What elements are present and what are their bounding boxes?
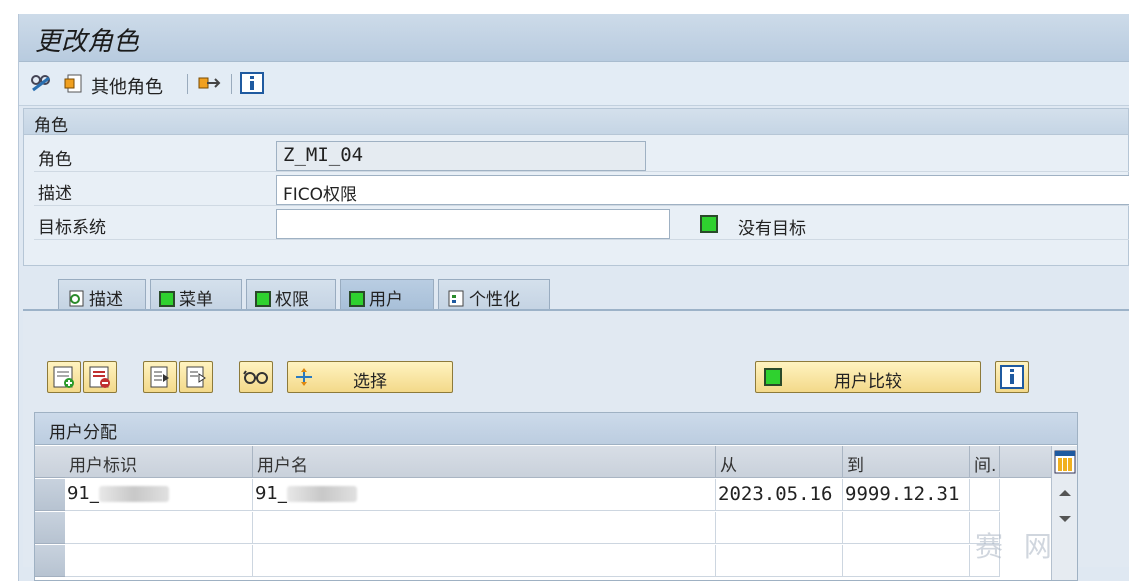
select-all-icon [150, 366, 169, 388]
tab-label: 菜单 [179, 290, 213, 310]
transport-icon[interactable] [197, 72, 221, 94]
cell-to-date[interactable] [843, 512, 970, 544]
personalize-icon [448, 290, 464, 307]
deselect-all-icon [186, 366, 206, 388]
info-button[interactable] [995, 361, 1029, 393]
title-bar: 更改角色 [19, 14, 1129, 62]
user-id-text: 91_ [67, 483, 99, 504]
select-button-label: 选择 [353, 372, 387, 392]
column-config-icon[interactable] [1053, 449, 1077, 475]
role-row: 角色 Z_MI_04 [34, 139, 1129, 172]
cell-from-date[interactable]: 2023.05.16 [716, 479, 843, 511]
cell-from-date[interactable] [716, 545, 843, 577]
cell-user-id[interactable]: 91_ [65, 479, 253, 511]
column-header-to[interactable]: 到 [843, 446, 970, 478]
select-button[interactable]: 选择 [287, 361, 453, 393]
page-title: 更改角色 [35, 27, 140, 57]
description-row: 描述 FICO权限 [34, 173, 1129, 206]
tab-user[interactable]: 用户 [340, 279, 434, 311]
cell-user-id[interactable] [65, 512, 253, 544]
column-header-user-id[interactable]: 用户标识 [65, 446, 253, 478]
watermark-text: 赛 网 [975, 530, 1058, 563]
user-compare-button[interactable]: 用户比较 [755, 361, 981, 393]
insert-row-icon [53, 366, 74, 388]
tab-label: 个性化 [469, 290, 520, 310]
toolbar-separator [231, 74, 232, 94]
description-label: 描述 [38, 184, 72, 204]
role-group-header: 角色 [24, 109, 1128, 136]
application-toolbar: 其他角色 [19, 62, 1129, 106]
user-compare-label: 用户比较 [834, 372, 902, 392]
no-target-status-icon [700, 215, 718, 233]
scroll-up-icon[interactable] [1055, 486, 1075, 500]
user-name-text: 91_ [255, 483, 287, 504]
redacted-blur [98, 486, 169, 502]
tab-authorization[interactable]: 权限 [246, 279, 336, 311]
role-label: 角色 [38, 150, 72, 170]
user-details-button[interactable] [239, 361, 273, 393]
target-system-label: 目标系统 [38, 218, 106, 238]
delete-row-button[interactable] [83, 361, 117, 393]
green-status-icon [764, 368, 782, 386]
tab-personalization[interactable]: 个性化 [438, 279, 550, 311]
deselect-all-button[interactable] [179, 361, 213, 393]
tab-description[interactable]: 描述 [58, 279, 146, 311]
green-status-icon [255, 291, 271, 307]
other-role-icon[interactable] [63, 72, 87, 94]
column-header-interval[interactable]: 间. [970, 446, 1000, 478]
cell-interval[interactable] [970, 479, 1000, 511]
cell-user-name[interactable] [253, 512, 716, 544]
cell-to-date[interactable]: 9999.12.31 [843, 479, 970, 511]
tab-label: 权限 [275, 290, 309, 310]
column-header-from[interactable]: 从 [716, 446, 843, 478]
green-status-icon [159, 291, 175, 307]
describe-icon [69, 290, 84, 307]
display-change-icon[interactable] [29, 72, 53, 94]
select-all-rows-cell[interactable] [35, 446, 65, 478]
green-status-icon [349, 291, 365, 307]
cell-to-date[interactable] [843, 545, 970, 577]
tab-label: 描述 [89, 290, 123, 310]
cell-from-date[interactable] [716, 512, 843, 544]
cell-user-name[interactable]: 91_ [253, 479, 716, 511]
row-selector[interactable] [35, 479, 65, 511]
select-arrows-icon [296, 368, 312, 386]
role-group-box: 角色 角色 Z_MI_04 描述 FICO权限 目标系统 没有目标 [23, 108, 1129, 266]
other-role-button[interactable]: 其他角色 [91, 73, 163, 99]
tab-label: 用户 [369, 290, 403, 310]
delete-row-icon [89, 366, 110, 388]
glasses-icon [243, 370, 268, 384]
cell-user-id[interactable] [65, 545, 253, 577]
table-title: 用户分配 [35, 413, 1077, 445]
column-header-user-name[interactable]: 用户名 [253, 446, 716, 478]
toolbar-separator [187, 74, 188, 94]
insert-row-button[interactable] [47, 361, 81, 393]
scroll-down-icon[interactable] [1055, 512, 1075, 526]
role-field: Z_MI_04 [276, 141, 646, 171]
row-selector[interactable] [35, 545, 65, 577]
user-assignment-table: 用户分配 用户标识 用户名 从 到 间. 91_ 91_ 2023.05.16 … [34, 412, 1078, 581]
row-selector[interactable] [35, 512, 65, 544]
cell-user-name[interactable] [253, 545, 716, 577]
no-target-label: 没有目标 [738, 219, 806, 239]
select-all-button[interactable] [143, 361, 177, 393]
column-header-spacer [1000, 446, 1051, 478]
target-system-row: 目标系统 没有目标 [34, 207, 1129, 240]
tab-menu[interactable]: 菜单 [150, 279, 242, 311]
description-field[interactable]: FICO权限 [276, 175, 1129, 205]
info-icon[interactable] [240, 72, 264, 94]
info-icon [1000, 365, 1024, 389]
redacted-blur [286, 486, 357, 502]
target-system-field[interactable] [276, 209, 670, 239]
